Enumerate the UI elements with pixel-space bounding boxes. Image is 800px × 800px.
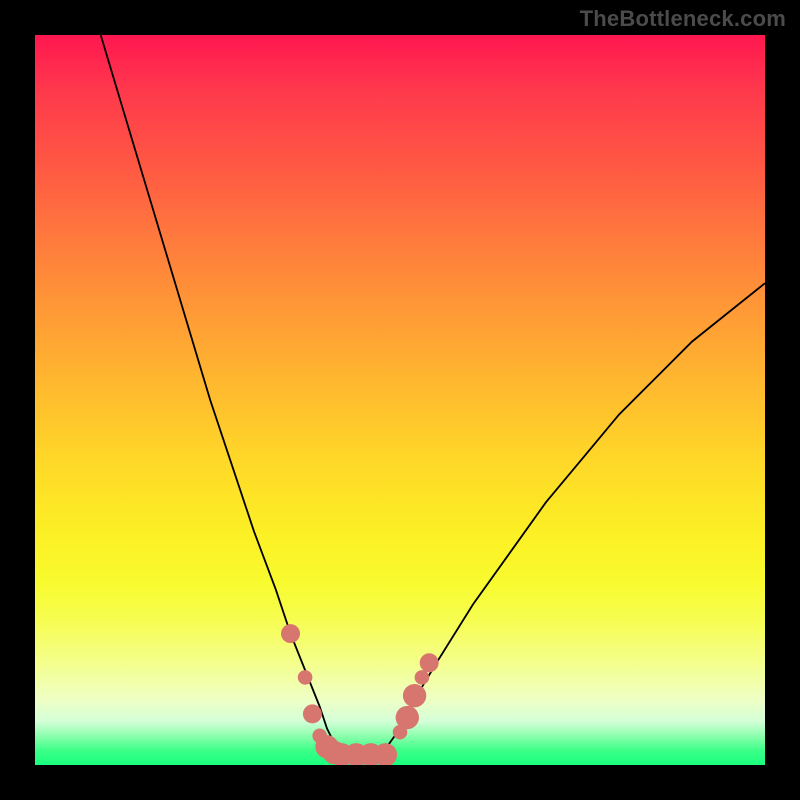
marker-dot bbox=[303, 704, 322, 723]
curve-layer bbox=[35, 35, 765, 765]
marker-dot bbox=[415, 670, 430, 685]
marker-dot bbox=[420, 653, 439, 672]
marker-group bbox=[281, 624, 439, 765]
chart-frame: TheBottleneck.com bbox=[0, 0, 800, 800]
plot-area bbox=[35, 35, 765, 765]
marker-dot bbox=[403, 684, 426, 707]
bottleneck-curve bbox=[101, 35, 765, 756]
marker-dot bbox=[396, 706, 419, 729]
marker-dot bbox=[298, 670, 313, 685]
watermark-text: TheBottleneck.com bbox=[580, 6, 786, 32]
marker-dot bbox=[281, 624, 300, 643]
